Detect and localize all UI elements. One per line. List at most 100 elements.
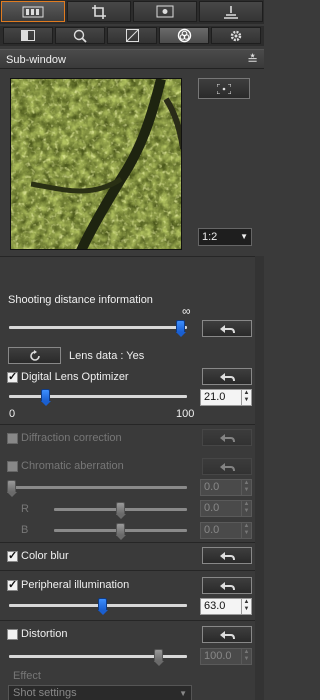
dlo-checkbox[interactable]: ✓ xyxy=(7,371,18,383)
chromatic-b-slider-knob[interactable] xyxy=(116,523,126,540)
dlo-value: 21.0 xyxy=(204,391,226,403)
chromatic-slider-knob[interactable] xyxy=(7,480,17,497)
foliage-preview-picture xyxy=(11,79,181,249)
spin-arrows-icon[interactable]: ▲ ▼ xyxy=(241,649,251,664)
tab-lens-correction[interactable] xyxy=(159,27,209,44)
distortion-value: 100.0 xyxy=(204,650,232,662)
zoom-ratio-value: 1:2 xyxy=(202,231,218,243)
chromatic-checkbox[interactable] xyxy=(7,461,18,472)
dlo-slider-knob[interactable] xyxy=(41,389,51,406)
peripheral-reset-button[interactable] xyxy=(202,577,252,594)
section-divider xyxy=(0,542,264,543)
dlo-slider-track[interactable] xyxy=(9,395,187,398)
undo-arrow-icon xyxy=(220,372,235,381)
undo-arrow-icon xyxy=(220,551,235,560)
undo-arrow-icon xyxy=(220,630,235,639)
dlo-value-field[interactable]: 21.0 ▲ ▼ xyxy=(200,389,252,406)
chromatic-r-value-field[interactable]: 0.0 ▲ ▼ xyxy=(200,500,252,517)
update-lens-data-button[interactable] xyxy=(8,347,61,364)
refresh-icon xyxy=(29,349,40,361)
rgb-bars-icon xyxy=(22,6,44,17)
palette-tabs xyxy=(0,26,264,46)
color-blur-reset-button[interactable] xyxy=(202,547,252,564)
fit-frame-icon xyxy=(217,83,231,94)
section-divider xyxy=(0,424,264,425)
subwindow-header[interactable]: Sub-window ≛ xyxy=(0,49,264,69)
image-icon xyxy=(156,5,174,18)
gear-icon xyxy=(230,30,242,41)
main-toolbar xyxy=(0,0,264,24)
chromatic-reset-button[interactable] xyxy=(202,458,252,475)
dlo-label: Digital Lens Optimizer xyxy=(21,371,129,383)
effect-select[interactable]: Shot settings ▼ xyxy=(8,685,192,700)
spin-arrows-icon[interactable]: ▲ ▼ xyxy=(241,501,251,516)
chromatic-b-label: B xyxy=(21,524,29,536)
tab-tone[interactable] xyxy=(3,27,53,44)
subwindow-title: Sub-window xyxy=(6,54,66,66)
undo-arrow-icon xyxy=(220,581,235,590)
section-divider xyxy=(0,256,264,257)
subwindow-preview-image[interactable] xyxy=(10,78,182,250)
color-blur-checkbox[interactable]: ✓ xyxy=(7,550,18,562)
basic-adjustment-tool-button[interactable] xyxy=(1,1,65,22)
collapse-chevron-icon[interactable]: ≛ xyxy=(247,52,258,68)
output-tool-button[interactable] xyxy=(199,1,263,22)
nr-zoom-icon xyxy=(73,29,87,43)
distortion-slider-knob[interactable] xyxy=(154,649,164,666)
distortion-reset-button[interactable] xyxy=(202,626,252,643)
tab-curve[interactable] xyxy=(107,27,157,44)
shooting-distance-slider-knob[interactable] xyxy=(176,320,186,337)
peripheral-checkbox[interactable]: ✓ xyxy=(7,579,18,591)
panel-scrollbar[interactable] xyxy=(255,256,264,700)
distortion-value-field[interactable]: 100.0 ▲ ▼ xyxy=(200,648,252,665)
lens-data-label: Lens data : Yes xyxy=(69,350,145,362)
chromatic-b-value: 0.0 xyxy=(204,524,220,536)
effect-selected-value: Shot settings xyxy=(13,687,77,699)
stamp-icon xyxy=(224,5,238,19)
spin-arrows-icon[interactable]: ▲ ▼ xyxy=(241,599,251,614)
undo-arrow-icon xyxy=(220,433,235,442)
check-mark-icon: ✓ xyxy=(8,579,18,591)
chromatic-value-field[interactable]: 0.0 ▲ ▼ xyxy=(200,479,252,496)
dlo-max-label: 100 xyxy=(176,408,195,420)
dropdown-arrow-icon: ▼ xyxy=(240,232,248,241)
tab-noise-reduction[interactable] xyxy=(55,27,105,44)
dlo-min-label: 0 xyxy=(9,408,16,420)
dlo-reset-button[interactable] xyxy=(202,368,252,385)
curve-icon xyxy=(125,29,139,42)
shooting-distance-slider-track[interactable] xyxy=(9,326,187,329)
distortion-label: Distortion xyxy=(21,628,68,640)
spin-arrows-icon[interactable]: ▲ ▼ xyxy=(241,523,251,538)
distortion-checkbox[interactable] xyxy=(7,629,18,640)
peripheral-value-field[interactable]: 63.0 ▲ ▼ xyxy=(200,598,252,615)
peripheral-slider-knob[interactable] xyxy=(98,598,108,615)
zoom-ratio-select[interactable]: 1:2 ▼ xyxy=(198,228,252,246)
crop-tool-button[interactable] xyxy=(67,1,131,22)
lens-icon xyxy=(177,28,191,43)
check-mark-icon: ✓ xyxy=(8,371,18,383)
diffraction-reset-button[interactable] xyxy=(202,429,252,446)
peripheral-value: 63.0 xyxy=(204,600,226,612)
check-mark-icon: ✓ xyxy=(8,550,18,562)
subwindow-panel: 1:2 ▼ xyxy=(0,70,264,256)
chromatic-r-slider-knob[interactable] xyxy=(116,502,126,519)
chromatic-slider-track[interactable] xyxy=(9,486,187,489)
chromatic-b-value-field[interactable]: 0.0 ▲ ▼ xyxy=(200,522,252,539)
peripheral-label: Peripheral illumination xyxy=(21,579,130,591)
undo-arrow-icon xyxy=(220,324,235,333)
shooting-distance-label: Shooting distance information xyxy=(8,294,153,306)
spin-arrows-icon[interactable]: ▲ ▼ xyxy=(241,480,251,495)
spin-arrows-icon[interactable]: ▲ ▼ xyxy=(241,390,251,405)
tab-settings[interactable] xyxy=(211,27,261,44)
image-view-tool-button[interactable] xyxy=(133,1,197,22)
diffraction-checkbox[interactable] xyxy=(7,433,18,444)
crop-icon xyxy=(92,4,106,19)
shooting-distance-reset-button[interactable] xyxy=(202,320,252,337)
diffraction-label: Diffraction correction xyxy=(21,432,122,444)
chromatic-r-label: R xyxy=(21,503,29,515)
undo-arrow-icon xyxy=(220,462,235,471)
fit-to-window-button[interactable] xyxy=(198,78,250,99)
chromatic-value: 0.0 xyxy=(204,481,220,493)
chromatic-label: Chromatic aberration xyxy=(21,460,124,472)
effect-label: Effect xyxy=(13,670,41,682)
